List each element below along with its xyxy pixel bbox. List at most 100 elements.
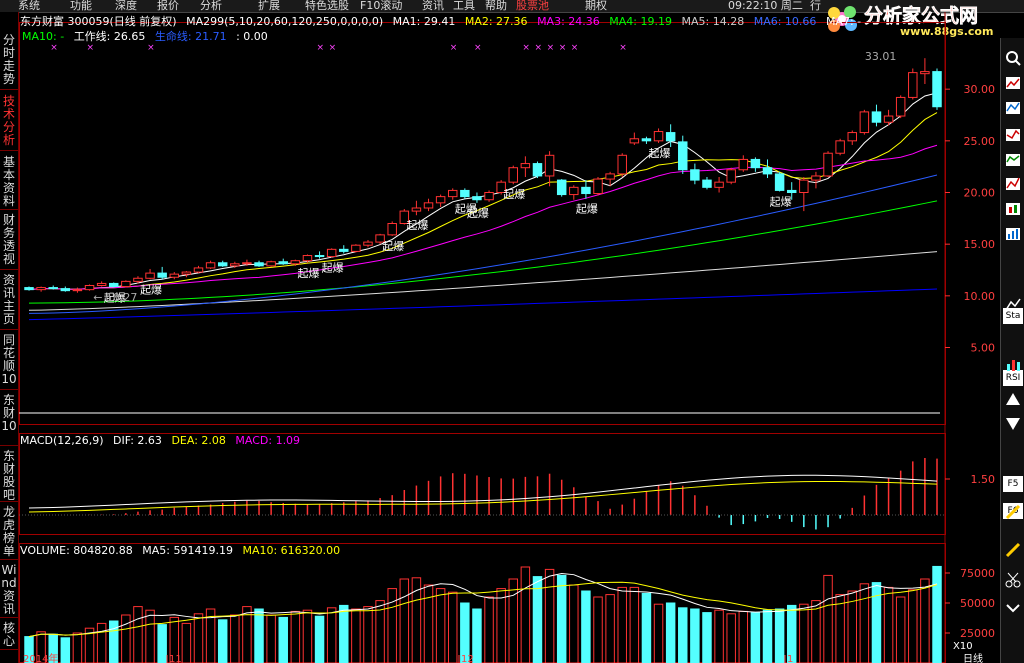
candle-body[interactable] (690, 169, 700, 181)
candle-body[interactable] (799, 179, 809, 194)
candle-body[interactable] (290, 260, 301, 265)
candle-body[interactable] (823, 152, 833, 177)
volume-bar[interactable] (339, 604, 349, 663)
candle-body[interactable] (121, 280, 131, 288)
candle-body[interactable] (847, 132, 857, 142)
arrow-up-icon-x2[interactable] (1003, 390, 1023, 410)
volume-bar[interactable] (883, 586, 894, 663)
candle-body[interactable] (472, 196, 482, 201)
candle-body[interactable] (387, 223, 397, 236)
chevron-down-icon-x7[interactable] (1003, 598, 1023, 618)
volume-bar[interactable] (60, 637, 71, 663)
candle-body[interactable] (242, 262, 252, 265)
candle-body[interactable] (96, 282, 107, 286)
candle-body[interactable] (435, 196, 446, 204)
volume-bar[interactable] (532, 576, 543, 663)
candle-body[interactable] (278, 261, 288, 265)
leftnav-item-4[interactable]: 资讯主页 (0, 272, 18, 330)
toolbar-btn-f5[interactable]: F5 (1003, 476, 1023, 492)
volume-bar[interactable] (641, 592, 652, 663)
leftnav-item-7[interactable]: 东财股吧 (0, 448, 18, 502)
candle-body[interactable] (145, 272, 155, 279)
volume-bar[interactable] (835, 594, 845, 663)
candle-body[interactable] (811, 175, 821, 181)
volume-bar[interactable] (726, 613, 736, 663)
volume-bar[interactable] (193, 613, 204, 663)
volume-bar[interactable] (399, 578, 410, 663)
zoom-icon-0[interactable] (1003, 48, 1023, 68)
volume-bar[interactable] (508, 578, 519, 663)
volume-bar[interactable] (629, 586, 640, 663)
volume-bar[interactable] (823, 574, 833, 663)
volume-bar[interactable] (799, 603, 809, 663)
volume-bar[interactable] (157, 624, 167, 663)
chart-icon-1[interactable] (1003, 73, 1023, 93)
candle-body[interactable] (714, 181, 724, 188)
volume-bar[interactable] (895, 596, 906, 663)
volume-bar[interactable] (133, 606, 143, 663)
volume-bar[interactable] (678, 607, 688, 663)
candle-body[interactable] (726, 169, 736, 183)
leftnav-item-9[interactable]: Wind资讯 (0, 562, 18, 618)
chart-icon-5[interactable] (1003, 174, 1023, 194)
candle-body[interactable] (363, 241, 373, 246)
candle-body[interactable] (871, 111, 882, 123)
volume-bar[interactable] (496, 588, 506, 663)
leftnav-item-6[interactable]: 东财10 (0, 392, 18, 446)
volume-bar[interactable] (302, 609, 313, 663)
volume-bar[interactable] (593, 596, 603, 663)
volume-bar[interactable] (544, 568, 555, 663)
candle-body[interactable] (84, 285, 95, 291)
candle-body[interactable] (181, 271, 192, 275)
candle-body[interactable] (157, 272, 167, 278)
leftnav-item-0[interactable]: 分时走势 (0, 32, 18, 90)
candle-body[interactable] (351, 244, 361, 252)
volume-bar[interactable] (774, 608, 785, 663)
candle-body[interactable] (339, 248, 349, 252)
volume-bar[interactable] (387, 588, 397, 663)
candle-body[interactable] (920, 71, 930, 75)
volume-bar[interactable] (472, 608, 482, 663)
candle-body[interactable] (641, 138, 652, 142)
leftnav-item-10[interactable]: 核心 (0, 620, 18, 650)
candle-body[interactable] (629, 138, 640, 144)
candle-body[interactable] (109, 282, 119, 288)
candle-body[interactable] (895, 96, 906, 117)
candle-body[interactable] (169, 273, 180, 278)
chart-icon-2[interactable] (1003, 98, 1023, 118)
leftnav-item-2[interactable]: 基本资料 (0, 154, 18, 210)
candle-body[interactable] (60, 288, 71, 292)
candle-body[interactable] (193, 267, 204, 273)
volume-bar[interactable] (690, 608, 700, 663)
candle-body[interactable] (205, 262, 216, 269)
volume-bar[interactable] (738, 610, 749, 663)
candle-body[interactable] (532, 163, 543, 177)
volume-bar[interactable] (351, 608, 361, 663)
scissors-icon-x6[interactable] (1003, 570, 1023, 590)
pencil-icon-x5[interactable] (1003, 540, 1023, 560)
candle-body[interactable] (508, 167, 519, 183)
candle-body[interactable] (702, 179, 712, 188)
volume-bar[interactable] (617, 586, 627, 663)
candle-body[interactable] (217, 262, 228, 267)
candle-body[interactable] (48, 287, 58, 290)
leftnav-item-8[interactable]: 龙虎榜单 (0, 504, 18, 560)
volume-bar[interactable] (920, 578, 930, 663)
candle-body[interactable] (605, 173, 615, 180)
volume-bar[interactable] (714, 609, 724, 663)
candle-body[interactable] (36, 287, 46, 291)
chart-icon-3[interactable] (1003, 125, 1023, 145)
volume-bar[interactable] (581, 590, 591, 663)
leftnav-item-3[interactable]: 财务透视 (0, 212, 18, 270)
volume-bar[interactable] (217, 619, 228, 663)
candle-body[interactable] (581, 186, 591, 195)
candle-body[interactable] (24, 287, 34, 291)
volume-bar[interactable] (435, 588, 446, 663)
volume-bar[interactable] (859, 583, 870, 663)
candle-body[interactable] (593, 178, 603, 195)
volume-bar[interactable] (569, 584, 579, 663)
candle-body[interactable] (617, 154, 627, 175)
volume-bar[interactable] (908, 589, 918, 663)
volume-bar[interactable] (326, 607, 337, 663)
volume-bar[interactable] (363, 606, 373, 663)
